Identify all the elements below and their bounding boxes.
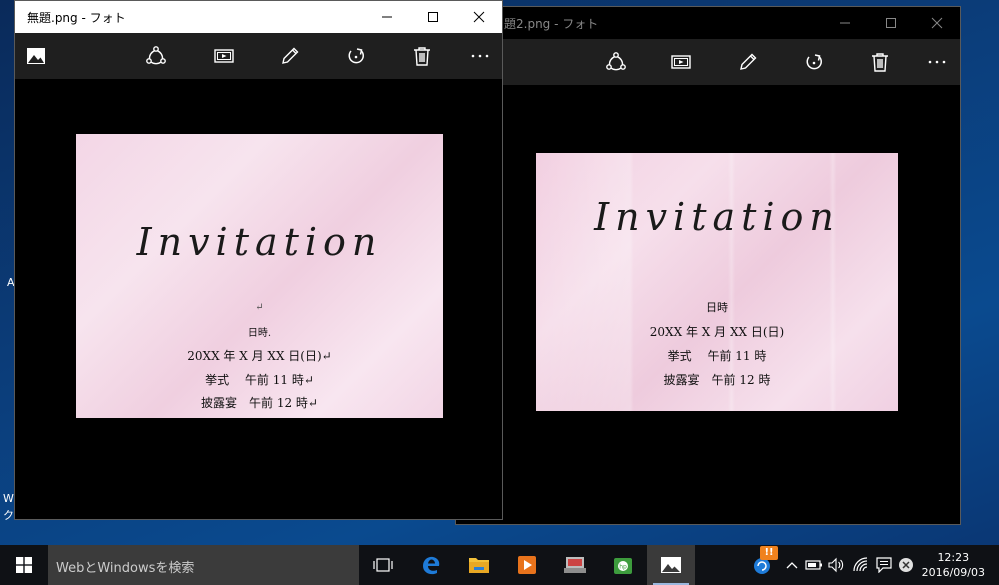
delete-button[interactable] [865,47,895,77]
card-return-mark: ↵ [255,302,264,313]
share-icon [146,46,166,65]
invitation-image-back: Invitation 日時 20XX 年 X 月 XX 日(日) 挙式 午前 1… [536,153,898,411]
battery-button[interactable] [804,555,824,575]
taskbar-hp[interactable]: hp [599,545,647,585]
window-title: 無題.png - フォト [27,11,126,25]
task-view-button[interactable] [359,545,407,585]
card-line-reception: 披露宴 午前 12 時↵ [201,396,318,410]
clock-date: 2016/09/03 [921,566,985,579]
taskbar: WebとWindowsを検索 hp !! 12:23 2016/09/03 [0,545,999,585]
battery-icon [805,560,822,570]
desktop-label-g: ク [3,509,14,522]
card-line-date: 20XX 年 X 月 XX 日(日)↵ [187,349,332,363]
invitation-script-title: Invitation [136,220,383,264]
card-line-ceremony: 挙式 午前 11 時 [667,349,767,363]
maximize-button[interactable] [410,1,456,33]
taskbar-app[interactable] [551,545,599,585]
card-line-date-label: 日時 [706,301,728,314]
start-button[interactable] [0,545,48,585]
show-hidden-icons-button[interactable] [782,555,802,575]
photos-window-back[interactable]: 題2.png - フォト Invitation 日時 20XX 年 X 月 XX… [455,6,961,525]
collection-button[interactable] [21,41,51,71]
wifi-icon [853,557,868,572]
minimize-button[interactable] [364,1,410,33]
card-line-date: 20XX 年 X 月 XX 日(日) [649,325,785,339]
taskbar-edge[interactable] [407,545,455,585]
close-button[interactable] [456,1,502,33]
more-icon [928,60,946,64]
volume-button[interactable] [826,555,846,575]
pencil-icon [740,53,757,70]
slideshow-button[interactable] [209,41,239,71]
edge-icon [423,556,440,575]
invitation-image-front: Invitation ↵ 日時. 20XX 年 X 月 XX 日(日)↵ 挙式 … [76,134,443,418]
share-button[interactable] [601,47,631,77]
volume-icon [828,557,844,573]
more-button[interactable] [922,47,952,77]
delete-button[interactable] [407,41,437,71]
action-center-button[interactable] [874,555,894,575]
close-icon [473,11,485,23]
start-icon [16,557,32,573]
file-explorer-icon [469,558,489,573]
title-bar[interactable]: 無題.png - フォト [15,1,502,33]
slideshow-button[interactable] [666,47,696,77]
share-button[interactable] [141,41,171,71]
trash-icon [872,53,888,72]
invitation-script-title: Invitation [594,195,840,239]
search-placeholder: WebとWindowsを検索 [56,561,195,576]
minimize-button[interactable] [822,7,868,39]
share-icon [606,52,626,71]
photo-toolbar [15,33,502,79]
pencil-icon [282,47,299,64]
card-line-date-label: 日時. [247,328,272,339]
photos-icon [661,557,681,573]
network-button[interactable] [851,555,871,575]
desktop-label-w: W [3,492,14,505]
clock-time: 12:23 [937,551,970,564]
trash-icon [414,47,430,66]
svg-text:hp: hp [619,564,627,571]
title-bar[interactable]: 題2.png - フォト [456,7,960,39]
taskbar-media-player[interactable] [503,545,551,585]
chevron-up-icon [786,562,798,569]
edit-button[interactable] [275,41,305,71]
photos-window-front[interactable]: 無題.png - フォト Invitation ↵ 日時. 20XX 年 X 月… [14,0,503,520]
rotate-icon [348,48,364,64]
notification-badge: !! [760,546,778,560]
app-icon [564,557,586,573]
taskbar-file-explorer[interactable] [455,545,503,585]
edit-button[interactable] [733,47,763,77]
close-button[interactable] [914,7,960,39]
image-icon [27,48,45,64]
rotate-button[interactable] [799,47,829,77]
card-line-ceremony: 挙式 午前 11 時↵ [205,373,314,387]
minimize-icon [382,16,392,18]
slideshow-icon [214,49,234,63]
tray-close-app[interactable] [896,555,916,575]
search-input[interactable]: WebとWindowsを検索 [48,545,359,585]
media-player-icon [518,556,536,574]
more-icon [471,54,489,58]
taskbar-photos[interactable] [647,545,695,585]
close-circle-icon [899,558,913,572]
rotate-button[interactable] [341,41,371,71]
rotate-icon [806,54,822,70]
maximize-icon [428,12,438,22]
photo-toolbar [456,39,960,85]
card-line-reception: 披露宴 午前 12 時 [663,373,771,387]
more-button[interactable] [465,41,495,71]
action-center-icon [876,557,892,573]
window-title: 題2.png - フォト [504,17,599,31]
slideshow-icon [671,55,691,69]
clock[interactable]: 12:23 2016/09/03 [922,550,985,580]
hp-icon: hp [614,558,632,574]
task-view-icon [373,558,393,572]
maximize-button[interactable] [868,7,914,39]
